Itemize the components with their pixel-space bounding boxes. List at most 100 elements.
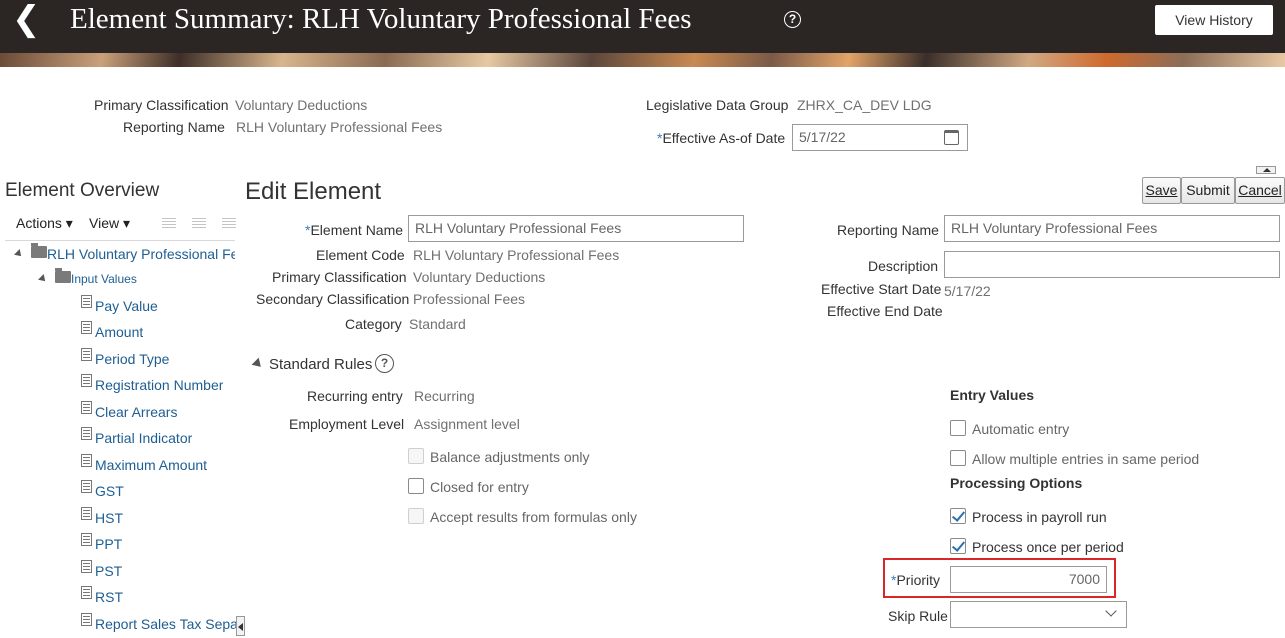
category-value: Standard	[409, 316, 466, 332]
tree-item[interactable]: PST	[95, 563, 122, 579]
document-icon	[81, 507, 92, 520]
tree-root-element[interactable]: RLH Voluntary Professional Fee	[47, 246, 235, 262]
recurring-entry-value: Recurring	[414, 388, 475, 404]
document-icon	[81, 374, 92, 387]
employment-level-value: Assignment level	[414, 416, 520, 432]
page-header: ❮ Element Summary: RLH Voluntary Profess…	[0, 0, 1285, 53]
automatic-entry-label: Automatic entry	[972, 421, 1070, 437]
process-payroll-checkbox[interactable]	[950, 508, 966, 524]
help-icon[interactable]: ?	[375, 354, 394, 373]
effective-date-label: *Effective As-of Date	[657, 130, 786, 146]
primary-classification-label: Primary Classification	[94, 97, 229, 113]
cancel-button[interactable]: Cancel	[1235, 177, 1285, 204]
document-icon	[81, 586, 92, 599]
reporting-name-label-2: Reporting Name	[837, 222, 939, 238]
save-button[interactable]: Save	[1142, 177, 1181, 204]
priority-input[interactable]: 7000	[950, 566, 1107, 593]
standard-rules-collapse-icon[interactable]	[251, 357, 265, 371]
balance-adjustments-checkbox[interactable]	[408, 448, 424, 464]
folder-icon	[55, 268, 71, 283]
tree-item[interactable]: PPT	[95, 536, 122, 552]
category-label: Category	[345, 316, 402, 332]
tree-item[interactable]: HST	[95, 510, 123, 526]
document-icon	[81, 613, 92, 626]
tree-item[interactable]: Maximum Amount	[95, 457, 207, 473]
description-label: Description	[868, 258, 939, 274]
tree-item[interactable]: Clear Arrears	[95, 404, 177, 420]
page-title: Element Summary: RLH Voluntary Professio…	[70, 3, 692, 35]
decorative-banner	[0, 53, 1285, 67]
primary-classification-label-2: Primary Classification	[272, 269, 407, 285]
tree-item[interactable]: Pay Value	[95, 298, 158, 314]
tree-item[interactable]: Report Sales Tax Separa	[95, 616, 236, 632]
splitter-handle[interactable]	[236, 616, 245, 636]
document-icon	[81, 560, 92, 573]
collapse-all-icon[interactable]	[192, 216, 206, 230]
tree-input-values[interactable]: Input Values	[71, 272, 137, 286]
document-icon	[81, 321, 92, 334]
document-icon	[81, 454, 92, 467]
view-history-button[interactable]: View History	[1155, 5, 1273, 35]
tree-item[interactable]: Registration Number	[95, 377, 223, 393]
tree-item[interactable]: RST	[95, 589, 123, 605]
element-overview-title: Element Overview	[5, 180, 160, 201]
actions-menu[interactable]: Actions ▾	[16, 215, 73, 232]
closed-for-entry-checkbox[interactable]	[408, 478, 424, 494]
view-menu[interactable]: View ▾	[89, 215, 130, 232]
skip-rule-select[interactable]	[950, 601, 1127, 628]
ldg-value: ZHRX_CA_DEV LDG	[797, 97, 932, 113]
process-once-label: Process once per period	[972, 539, 1124, 555]
recurring-entry-label: Recurring entry	[307, 388, 403, 404]
tree-item[interactable]: Partial Indicator	[95, 430, 192, 446]
tree-divider	[5, 240, 235, 241]
submit-button[interactable]: Submit	[1181, 177, 1235, 204]
employment-level-label: Employment Level	[289, 416, 405, 432]
standard-rules-title: Standard Rules	[269, 356, 373, 373]
back-icon[interactable]: ❮	[12, 2, 42, 38]
expand-triangle-icon[interactable]	[38, 274, 48, 284]
expand-icon[interactable]	[162, 216, 176, 230]
primary-classification-value-2: Voluntary Deductions	[413, 269, 546, 285]
skip-rule-label: Skip Rule	[888, 608, 948, 624]
element-code-value: RLH Voluntary Professional Fees	[413, 247, 620, 263]
balance-adjustments-label: Balance adjustments only	[430, 449, 590, 465]
help-icon[interactable]: ?	[784, 11, 801, 28]
element-name-label: *Element Name	[305, 222, 404, 238]
folder-icon	[31, 243, 47, 258]
element-code-label: Element Code	[316, 247, 405, 263]
entry-values-title: Entry Values	[950, 387, 1035, 403]
automatic-entry-checkbox[interactable]	[950, 420, 966, 436]
reporting-name-input[interactable]: RLH Voluntary Professional Fees	[944, 215, 1280, 242]
effective-start-date-value: 5/17/22	[944, 283, 991, 299]
allow-multiple-checkbox[interactable]	[950, 450, 966, 466]
document-icon	[81, 348, 92, 361]
tree-item[interactable]: Period Type	[95, 351, 169, 367]
document-icon	[81, 295, 92, 308]
description-input[interactable]	[944, 251, 1280, 278]
priority-label: *Priority	[891, 572, 941, 588]
closed-for-entry-label: Closed for entry	[430, 479, 529, 495]
tree-item[interactable]: GST	[95, 483, 124, 499]
calendar-icon[interactable]	[944, 130, 959, 145]
tree-item[interactable]: Amount	[95, 324, 143, 340]
effective-start-date-label: Effective Start Date	[821, 281, 942, 297]
collapse-panel-icon[interactable]	[1256, 166, 1276, 174]
detach-icon[interactable]	[222, 216, 236, 230]
element-name-input[interactable]: RLH Voluntary Professional Fees	[408, 215, 744, 242]
reporting-name-value: RLH Voluntary Professional Fees	[236, 119, 443, 135]
processing-options-title: Processing Options	[950, 475, 1083, 491]
ldg-label: Legislative Data Group	[646, 97, 789, 113]
document-icon	[81, 533, 92, 546]
effective-date-input[interactable]: 5/17/22	[792, 124, 968, 151]
secondary-classification-label: Secondary Classification	[256, 291, 410, 307]
process-once-checkbox[interactable]	[950, 538, 966, 554]
primary-classification-value: Voluntary Deductions	[235, 97, 368, 113]
expand-triangle-icon[interactable]	[14, 249, 24, 259]
secondary-classification-value: Professional Fees	[413, 291, 526, 307]
accept-results-checkbox[interactable]	[408, 508, 424, 524]
document-icon	[81, 401, 92, 414]
reporting-name-label: Reporting Name	[123, 119, 225, 135]
allow-multiple-label: Allow multiple entries in same period	[972, 451, 1200, 467]
process-payroll-label: Process in payroll run	[972, 509, 1107, 525]
effective-end-date-label: Effective End Date	[827, 303, 943, 319]
